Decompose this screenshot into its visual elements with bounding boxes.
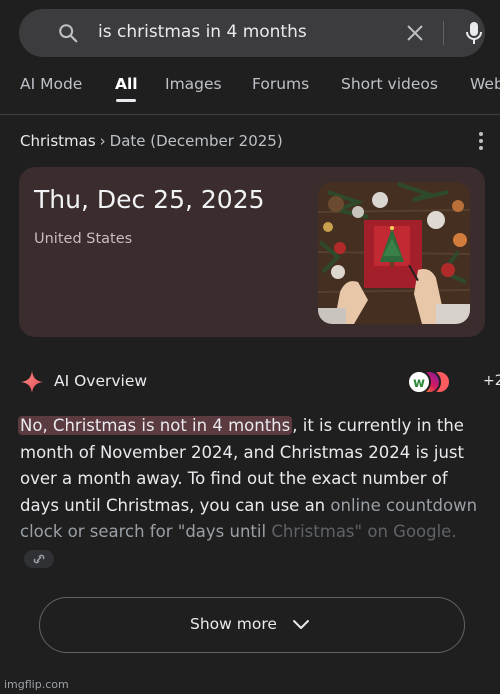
active-tab-indicator [116, 99, 136, 102]
tabs-divider [0, 114, 500, 115]
date-value: Thu, Dec 25, 2025 [34, 185, 265, 214]
tab-forums[interactable]: Forums [252, 74, 309, 94]
tab-ai-mode[interactable]: AI Mode [20, 74, 82, 94]
more-options-icon[interactable] [478, 131, 484, 151]
sparkle-icon [21, 371, 43, 393]
breadcrumb-topic[interactable]: Christmas [20, 132, 96, 150]
source-count[interactable]: +2 [483, 373, 500, 389]
search-bar[interactable]: is christmas in 4 months [19, 9, 485, 57]
search-icon[interactable] [57, 22, 79, 44]
chevron-down-icon [293, 620, 309, 629]
search-input[interactable]: is christmas in 4 months [98, 20, 307, 44]
microphone-icon[interactable] [463, 20, 485, 46]
ai-overview-body-faded-more: Christmas" on Google. [271, 522, 457, 541]
ai-overview-text: No, Christmas is not in 4 months, it is … [18, 413, 482, 572]
tab-images[interactable]: Images [165, 74, 222, 94]
search-divider [443, 21, 444, 45]
watermark: imgflip.com [4, 678, 69, 691]
source-w-icon[interactable]: w [407, 370, 431, 394]
search-results-page: is christmas in 4 months AI Mode All Ima… [0, 0, 500, 694]
ai-overview-header: AI Overview w +2 [20, 370, 500, 394]
christmas-card-image[interactable] [318, 182, 470, 324]
ai-overview-highlight: No, Christmas is not in 4 months [18, 416, 293, 435]
breadcrumb: Christmas › Date (December 2025) [20, 131, 283, 151]
date-answer-card[interactable]: Thu, Dec 25, 2025 United States [19, 167, 485, 337]
breadcrumb-separator: › [99, 132, 106, 150]
svg-text:w: w [413, 376, 425, 391]
tab-all[interactable]: All [115, 74, 138, 94]
show-more-label: Show more [190, 615, 277, 633]
search-tabs: AI Mode All Images Forums Short videos W… [0, 74, 500, 104]
date-region: United States [34, 231, 133, 247]
close-icon[interactable] [404, 22, 426, 44]
tab-short-videos[interactable]: Short videos [341, 74, 438, 94]
breadcrumb-current[interactable]: Date (December 2025) [110, 132, 283, 150]
show-more-button[interactable]: Show more [39, 597, 465, 653]
tab-web[interactable]: Web [470, 74, 500, 94]
ai-overview-title: AI Overview [54, 372, 148, 390]
link-icon [33, 554, 45, 564]
citation-link-chip[interactable] [24, 550, 54, 568]
ai-overview-sources[interactable]: w +2 [407, 370, 500, 396]
